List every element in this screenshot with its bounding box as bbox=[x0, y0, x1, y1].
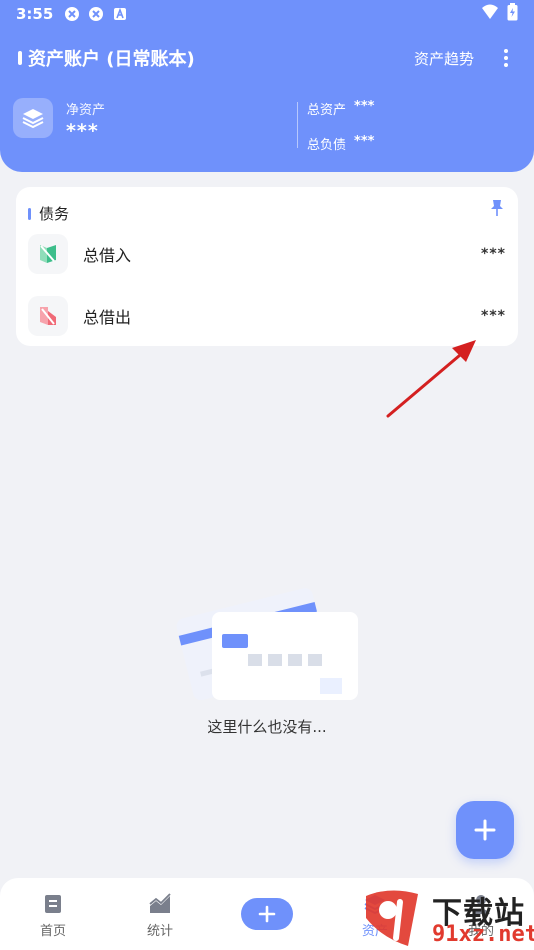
annotation-arrow-icon bbox=[386, 340, 476, 418]
debt-card-title: 债务 bbox=[39, 205, 70, 223]
lend-out-value: *** bbox=[481, 308, 506, 324]
debt-card-header: 债务 bbox=[28, 203, 69, 224]
battery-icon bbox=[507, 3, 518, 25]
more-options-icon[interactable] bbox=[494, 46, 518, 70]
lend-out-icon bbox=[28, 296, 68, 336]
site-watermark: 下载站 91xz.net bbox=[360, 888, 534, 950]
title-row: 资产账户 (日常账本) 资产趋势 bbox=[0, 40, 534, 76]
asset-trend-button[interactable]: 资产趋势 bbox=[414, 48, 474, 69]
borrow-in-value: *** bbox=[481, 246, 506, 262]
net-assets-label: 净资产 bbox=[66, 103, 106, 118]
watermark-logo-icon bbox=[366, 890, 418, 946]
total-assets-value: *** bbox=[354, 99, 375, 114]
wifi-icon bbox=[481, 4, 499, 24]
empty-cards-illustration-icon bbox=[176, 588, 358, 701]
borrow-in-label: 总借入 bbox=[83, 246, 132, 265]
net-assets-value: *** bbox=[66, 120, 99, 142]
empty-state-text: 这里什么也没有... bbox=[207, 718, 327, 736]
title-accent-mark bbox=[18, 51, 22, 65]
layers-icon bbox=[13, 98, 53, 138]
section-accent-mark bbox=[28, 207, 31, 220]
borrow-in-icon bbox=[28, 234, 68, 274]
asset-summary: 净资产 *** 总资产 *** 总负债 *** bbox=[0, 96, 534, 156]
status-bar: 3:55 bbox=[0, 0, 534, 28]
page-title: 资产账户 (日常账本) bbox=[28, 49, 195, 70]
status-right-group bbox=[481, 3, 518, 25]
nav-item-home[interactable]: 首页 bbox=[13, 892, 93, 939]
total-assets-label: 总资产 bbox=[307, 103, 347, 118]
plus-icon bbox=[258, 905, 276, 923]
total-liabilities-label: 总负债 bbox=[307, 138, 347, 153]
plus-icon bbox=[474, 819, 496, 841]
status-time: 3:55 bbox=[16, 5, 54, 23]
total-liabilities-value: *** bbox=[354, 134, 375, 149]
home-icon bbox=[45, 895, 61, 913]
nav-item-stats[interactable]: 统计 bbox=[120, 892, 200, 939]
app-notification-icon bbox=[63, 5, 81, 23]
header: 3:55 资产账户 (日常账本) 资产趋势 净资产 *** 总资产 *** 总负… bbox=[0, 0, 534, 172]
lend-out-label: 总借出 bbox=[83, 308, 132, 327]
chart-icon bbox=[149, 893, 171, 913]
nav-add-button[interactable] bbox=[241, 898, 293, 930]
app-notification-icon bbox=[87, 5, 105, 23]
debt-card: 债务 总借入 *** 总借出 *** bbox=[16, 187, 518, 346]
nav-label-home: 首页 bbox=[39, 924, 66, 939]
total-liabilities-row: 总负债 *** bbox=[307, 134, 374, 153]
total-assets-row: 总资产 *** bbox=[307, 99, 374, 118]
watermark-domain: 91xz.net bbox=[432, 922, 534, 947]
a-badge-icon bbox=[111, 5, 129, 23]
nav-label-stats: 统计 bbox=[146, 924, 173, 939]
debt-row-borrow-in[interactable]: 总借入 *** bbox=[28, 233, 506, 275]
pin-icon[interactable] bbox=[490, 199, 504, 217]
add-fab-button[interactable] bbox=[456, 801, 514, 859]
summary-divider bbox=[297, 102, 298, 148]
